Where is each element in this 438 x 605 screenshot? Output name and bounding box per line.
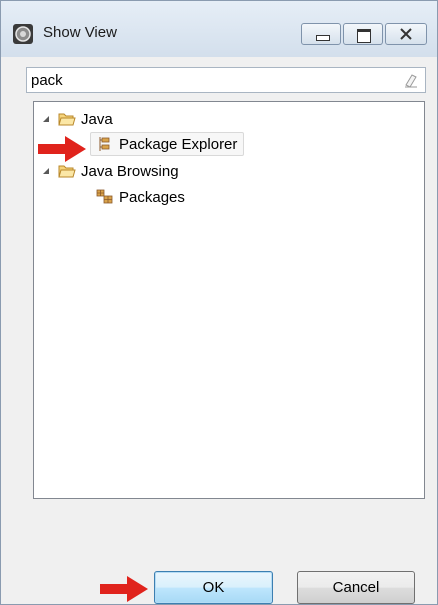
ok-button[interactable]: OK <box>154 571 273 604</box>
eraser-icon[interactable] <box>403 72 419 88</box>
title-bar[interactable]: Show View <box>1 1 437 57</box>
expanded-triangle-icon[interactable] <box>42 167 50 175</box>
folder-icon <box>58 165 76 178</box>
filter-field[interactable] <box>26 67 426 93</box>
red-arrow-icon <box>100 576 148 602</box>
expanded-triangle-icon[interactable] <box>42 115 50 123</box>
tree-item-packages[interactable]: Packages <box>96 186 185 208</box>
tree-item-label: Packages <box>119 188 185 206</box>
package-explorer-icon <box>99 137 110 151</box>
close-button[interactable] <box>385 23 427 45</box>
maximize-button[interactable] <box>343 23 383 45</box>
cancel-button[interactable]: Cancel <box>297 571 415 604</box>
minimize-button[interactable] <box>301 23 341 45</box>
window-title: Show View <box>43 24 117 41</box>
eclipse-view-icon <box>13 24 33 44</box>
packages-icon <box>96 189 113 204</box>
tree-item-label: Java <box>81 110 113 128</box>
filter-input[interactable] <box>31 70 381 90</box>
tree-item-java[interactable]: Java <box>42 108 113 130</box>
tree-item-java-browsing[interactable]: Java Browsing <box>42 160 179 182</box>
view-tree[interactable]: Java Package Explorer Java Browsing Pack… <box>33 101 425 499</box>
close-icon <box>400 28 412 40</box>
show-view-dialog: Show View Java <box>0 0 438 605</box>
tree-item-selection[interactable]: Package Explorer <box>90 132 245 156</box>
tree-item-label: Java Browsing <box>81 162 179 180</box>
folder-icon <box>58 113 76 126</box>
red-arrow-icon <box>38 136 86 162</box>
tree-item-package-explorer[interactable]: Package Explorer <box>90 132 245 156</box>
tree-item-label: Package Explorer <box>119 135 238 153</box>
